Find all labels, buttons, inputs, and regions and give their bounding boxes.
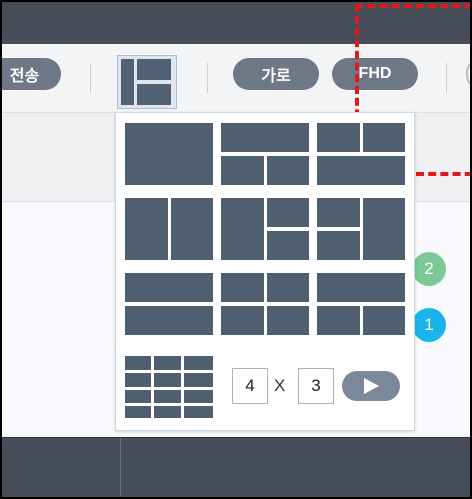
layout-icon-part [137, 59, 171, 80]
layout-option-6[interactable] [317, 198, 405, 260]
toolbar-divider [207, 63, 208, 93]
layout-option-9[interactable] [317, 273, 405, 335]
layout-option-8[interactable] [221, 273, 309, 335]
layout-popup: 4 X 3 [115, 112, 415, 431]
send-button-label: 전송 [9, 68, 40, 85]
play-icon [364, 378, 379, 394]
apply-grid-button[interactable] [342, 371, 400, 401]
app-window: 전송 가로 FHD 2 1 4 X 3 [0, 0, 472, 499]
orientation-label: 가로 [261, 68, 291, 85]
bottom-divider [120, 438, 121, 497]
custom-rows-input[interactable]: 4 [232, 368, 268, 404]
custom-rows-value: 4 [245, 376, 255, 395]
badge-number: 1 [424, 315, 434, 334]
layout-option-3[interactable] [317, 123, 405, 185]
toolbar-divider [90, 63, 91, 93]
layout-icon-part [137, 84, 171, 105]
send-button[interactable]: 전송 [2, 58, 61, 90]
layout-option-4[interactable] [125, 198, 213, 260]
orientation-button[interactable]: 가로 [233, 58, 319, 90]
grid-separator: X [274, 376, 286, 395]
layout-icon-part [121, 59, 134, 105]
layout-button[interactable] [117, 55, 177, 109]
badge-number: 2 [424, 259, 434, 278]
bottom-panel [2, 437, 470, 497]
custom-cols-value: 3 [311, 376, 321, 395]
layout-option-7[interactable] [125, 273, 213, 335]
custom-cols-input[interactable]: 3 [298, 368, 334, 404]
layout-option-1[interactable] [125, 123, 213, 185]
screen-badge-1[interactable]: 1 [412, 308, 446, 342]
custom-grid-icon[interactable] [125, 356, 213, 418]
layout-option-2[interactable] [221, 123, 309, 185]
layout-option-5[interactable] [221, 198, 309, 260]
screen-badge-2[interactable]: 2 [412, 252, 446, 286]
